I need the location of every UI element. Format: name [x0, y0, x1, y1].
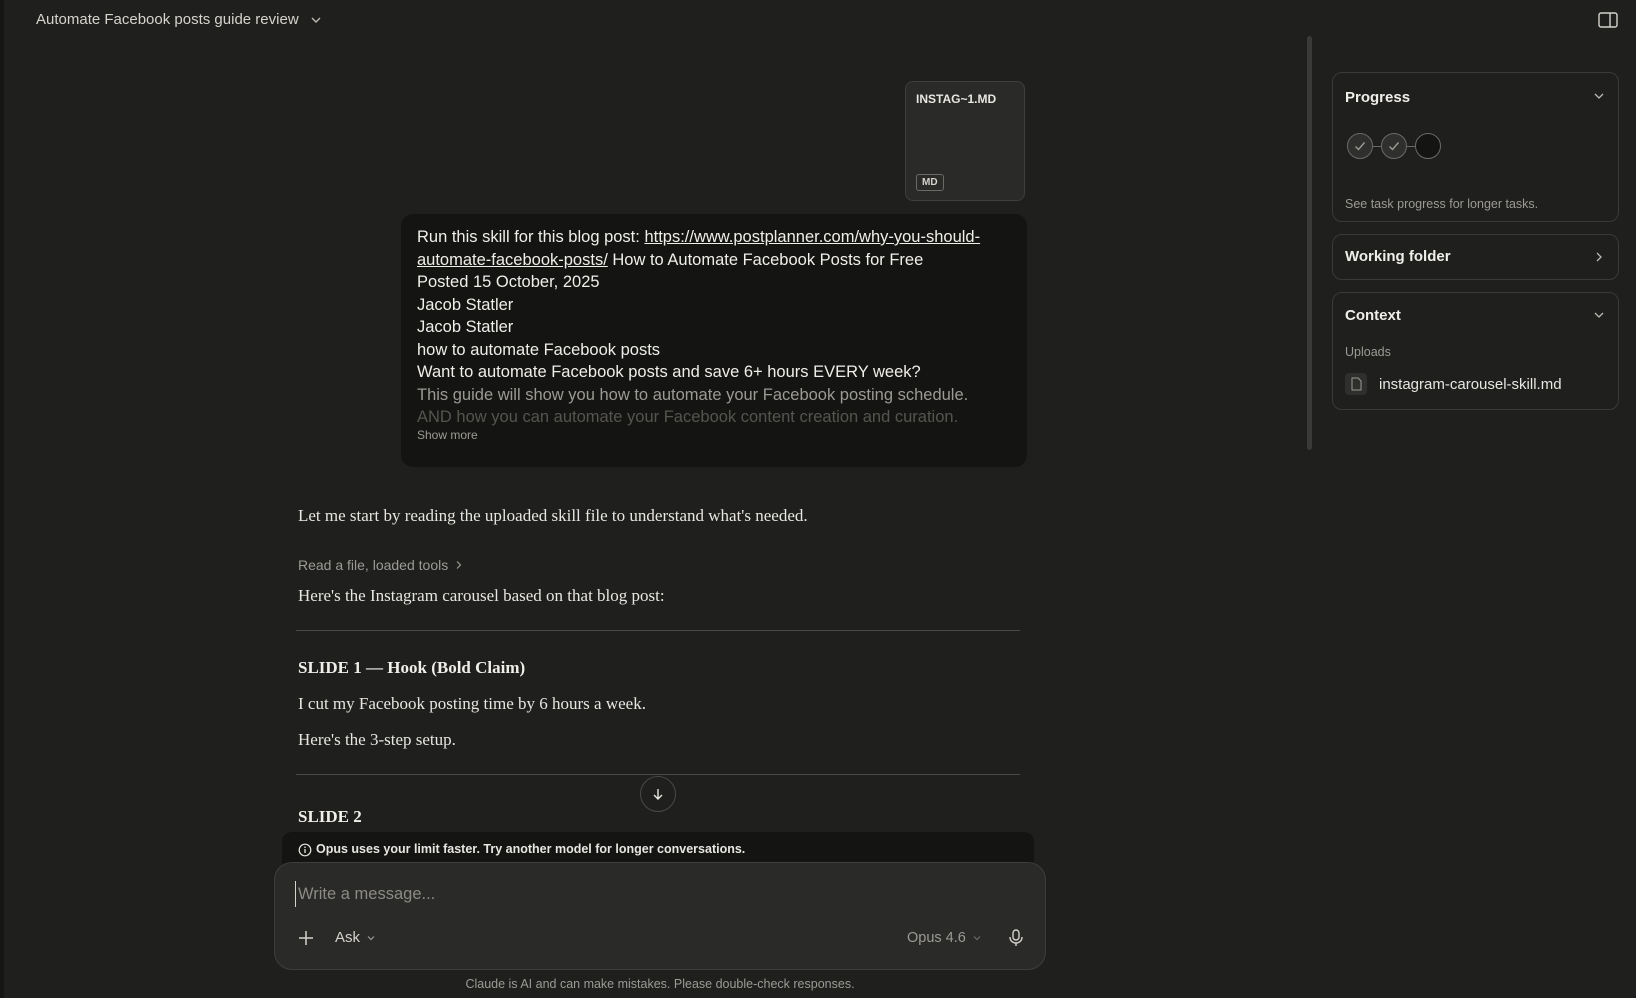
context-card: Context Uploads instagram-carousel-skill…	[1332, 292, 1619, 410]
chevron-right-icon	[456, 561, 462, 569]
panel-toggle-icon[interactable]	[1598, 12, 1618, 28]
model-label: Opus 4.6	[907, 930, 966, 946]
document-icon	[1345, 373, 1367, 395]
attachment-card[interactable]: INSTAG~1.MD MD	[905, 81, 1025, 201]
usage-warning-text: Opus uses your limit faster. Try another…	[316, 842, 746, 856]
slide-1-heading: SLIDE 1 — Hook (Bold Claim)	[298, 658, 526, 677]
attachment-type-badge: MD	[916, 174, 944, 191]
progress-connector	[1373, 145, 1381, 147]
conversation-scrollbar[interactable]	[1307, 36, 1312, 450]
message-text: Run this skill for this blog post:	[417, 228, 645, 246]
chevron-down-icon[interactable]	[1592, 89, 1606, 103]
ai-disclaimer: Claude is AI and can make mistakes. Plea…	[465, 977, 855, 991]
message-composer: Ask Opus 4.6	[274, 862, 1046, 970]
user-message-line: automate-facebook-posts/ How to Automate…	[417, 249, 1011, 272]
user-message-line: Jacob Statler	[417, 318, 514, 336]
user-message-line: This guide will show you how to automate…	[417, 385, 969, 404]
microphone-icon[interactable]	[1005, 927, 1027, 949]
user-message: Run this skill for this blog post: https…	[401, 214, 1027, 467]
scroll-to-bottom-button[interactable]	[640, 776, 676, 812]
blog-post-link[interactable]: https://www.postplanner.com/why-you-shou…	[644, 228, 980, 246]
mode-label: Ask	[335, 929, 361, 946]
slide-1-line: I cut my Facebook posting time by 6 hour…	[298, 694, 646, 713]
chevron-down-icon	[973, 936, 981, 941]
user-message-line: how to automate Facebook posts	[417, 340, 661, 359]
tool-summary-label: Read a file, loaded tools	[298, 557, 449, 573]
divider	[296, 630, 1020, 631]
model-selector[interactable]: Opus 4.6	[907, 930, 982, 946]
working-folder-card[interactable]: Working folder	[1332, 234, 1619, 280]
slide-2-heading: SLIDE 2	[298, 807, 362, 826]
arrow-down-icon	[653, 789, 663, 800]
user-message-body: Run this skill for this blog post: https…	[417, 226, 1011, 429]
user-message-line: Jacob Statler	[417, 295, 514, 314]
app-window: Automate Facebook posts guide review INS…	[0, 0, 1636, 998]
chevron-down-icon[interactable]	[1592, 308, 1606, 322]
chevron-down-icon	[367, 935, 375, 940]
attachment-file-name: INSTAG~1.MD	[916, 92, 997, 106]
progress-connector	[1407, 145, 1415, 147]
progress-step-done	[1347, 133, 1373, 159]
check-icon	[1389, 142, 1400, 151]
check-icon	[1355, 142, 1366, 151]
uploaded-file[interactable]: instagram-carousel-skill.md	[1345, 373, 1562, 395]
user-message-line: Want to automate Facebook posts and save…	[417, 363, 921, 381]
plus-icon[interactable]	[295, 927, 317, 949]
top-bar: Automate Facebook posts guide review	[0, 0, 1636, 40]
message-text: How to Automate Facebook Posts for Free	[607, 250, 924, 269]
chevron-down-icon	[311, 17, 321, 23]
progress-step-pending	[1415, 133, 1441, 159]
assistant-lead: Here's the Instagram carousel based on t…	[298, 586, 665, 605]
progress-card: Progress See task progress for longer ta…	[1332, 72, 1619, 222]
user-message-line: AND how you can automate your Facebook c…	[417, 408, 959, 426]
message-input[interactable]	[295, 881, 995, 907]
uploads-label: Uploads	[1345, 345, 1391, 359]
slide-1-line: Here's the 3-step setup.	[298, 730, 456, 749]
mode-selector[interactable]: Ask	[335, 929, 376, 946]
progress-title: Progress	[1345, 89, 1411, 106]
show-more-link[interactable]: Show more	[417, 428, 478, 442]
info-icon	[298, 843, 312, 857]
chat-title: Automate Facebook posts guide review	[36, 11, 299, 28]
user-message-line: Run this skill for this blog post: https…	[417, 226, 1011, 249]
divider	[296, 774, 1020, 775]
progress-step-done	[1381, 133, 1407, 159]
progress-steps	[1347, 133, 1441, 159]
tool-summary-toggle[interactable]: Read a file, loaded tools	[298, 557, 464, 573]
context-title: Context	[1345, 307, 1401, 324]
user-message-line: Posted 15 October, 2025	[417, 273, 600, 291]
blog-post-link-continued[interactable]: automate-facebook-posts/	[417, 251, 608, 269]
assistant-intro: Let me start by reading the uploaded ski…	[298, 506, 808, 525]
uploaded-file-name: instagram-carousel-skill.md	[1379, 375, 1562, 393]
working-folder-title: Working folder	[1345, 248, 1451, 265]
chevron-right-icon	[1596, 252, 1602, 262]
progress-hint: See task progress for longer tasks.	[1345, 197, 1539, 211]
chat-title-button[interactable]: Automate Facebook posts guide review	[36, 11, 323, 28]
